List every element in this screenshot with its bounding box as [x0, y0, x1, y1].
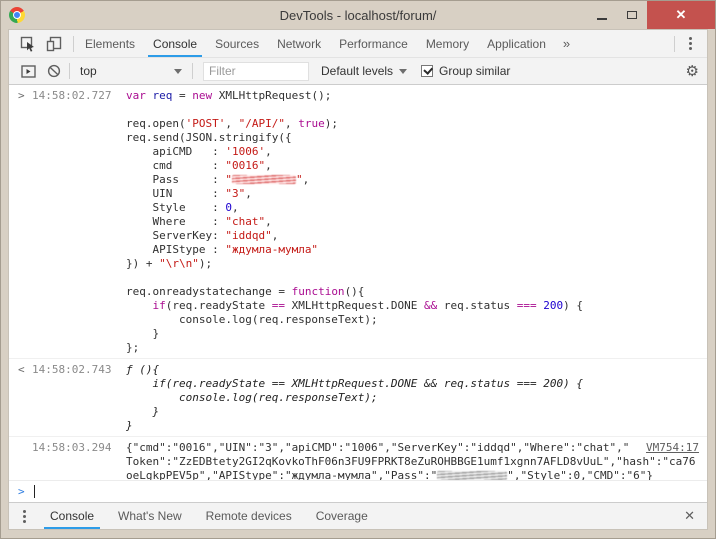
divider [674, 36, 675, 52]
console-entry-log: 14:58:03.294 {"cmd":"0016","UIN":"3","api… [9, 436, 707, 480]
console-entry-result: <14:58:02.743 ƒ (){ if(req.readyState == … [9, 358, 707, 436]
levels-label: Default levels [321, 64, 393, 78]
filter-input[interactable] [203, 62, 309, 81]
tab-network[interactable]: Network [268, 30, 330, 57]
console-toolbar: top Default levels Group similar ⚙ [9, 58, 707, 85]
execution-context-selector[interactable]: top [72, 64, 190, 78]
device-toolbar-icon[interactable] [41, 32, 67, 56]
drawer-tab-coverage[interactable]: Coverage [304, 503, 380, 529]
entry-content: {"cmd":"0016","UIN":"3","apiCMD":"1006",… [126, 441, 701, 480]
tab-performance[interactable]: Performance [330, 30, 417, 57]
more-tabs-button[interactable]: » [555, 30, 578, 57]
drawer-tab-remote-devices[interactable]: Remote devices [194, 503, 304, 529]
source-location-link[interactable]: VM754:17 [646, 441, 699, 455]
tab-elements[interactable]: Elements [76, 30, 144, 57]
timestamp: 14:58:02.743 [32, 363, 113, 377]
main-tab-bar: ElementsConsoleSourcesNetworkPerformance… [9, 30, 707, 58]
log-levels-dropdown[interactable]: Default levels [321, 64, 407, 78]
divider [69, 63, 70, 79]
divider [73, 36, 74, 52]
chrome-icon [9, 7, 25, 23]
title-bar[interactable]: DevTools - localhost/forum/ ✕ [1, 1, 715, 29]
main-tabs: ElementsConsoleSourcesNetworkPerformance… [76, 30, 555, 57]
close-button[interactable]: ✕ [647, 1, 715, 29]
console-chevron-icon: > [18, 89, 32, 103]
tab-memory[interactable]: Memory [417, 30, 478, 57]
drawer-tab-bar: ConsoleWhat's NewRemote devicesCoverage … [9, 502, 707, 529]
drawer-close-icon[interactable]: ✕ [684, 503, 707, 529]
devtools-window: DevTools - localhost/forum/ ✕ [0, 0, 716, 539]
timestamp: 14:58:02.727 [32, 89, 113, 103]
drawer-tabs: ConsoleWhat's NewRemote devicesCoverage [38, 503, 380, 529]
console-entry-command: >14:58:02.727 var req = new XMLHttpReques… [9, 85, 707, 358]
inspect-element-icon[interactable] [15, 32, 41, 56]
entry-content: var req = new XMLHttpRequest();req.open(… [126, 89, 701, 355]
devtools-panel: ElementsConsoleSourcesNetworkPerformance… [8, 29, 708, 530]
devtools-menu-button[interactable] [677, 32, 703, 56]
divider [192, 63, 193, 79]
drawer-tab-console[interactable]: Console [38, 503, 106, 529]
settings-gear-icon[interactable]: ⚙ [686, 64, 699, 79]
console-messages[interactable]: >14:58:02.727 var req = new XMLHttpReques… [9, 85, 707, 480]
tab-console[interactable]: Console [144, 30, 206, 57]
tab-sources[interactable]: Sources [206, 30, 268, 57]
chevron-down-icon [174, 69, 182, 74]
console-sidebar-toggle-icon[interactable] [15, 59, 41, 83]
maximize-button[interactable] [617, 1, 647, 29]
text-caret [34, 485, 35, 498]
returned-value-icon: < [18, 363, 32, 377]
context-value: top [80, 64, 97, 78]
tab-application[interactable]: Application [478, 30, 555, 57]
clear-console-icon[interactable] [41, 59, 67, 83]
minimize-button[interactable] [587, 1, 617, 29]
group-similar-control[interactable]: Group similar [421, 64, 510, 78]
drawer-menu-button[interactable] [23, 515, 26, 518]
group-similar-label: Group similar [439, 64, 510, 78]
prompt-chevron-icon: > [18, 485, 25, 498]
entry-content: ƒ (){ if(req.readyState == XMLHttpReques… [126, 363, 701, 433]
redacted-password [232, 175, 296, 184]
timestamp: 14:58:03.294 [32, 441, 113, 455]
console-prompt[interactable]: > [9, 480, 707, 502]
chevron-down-icon [399, 69, 407, 74]
redacted-password [437, 471, 507, 480]
group-similar-checkbox[interactable] [421, 65, 433, 77]
drawer-tab-what-s-new[interactable]: What's New [106, 503, 194, 529]
